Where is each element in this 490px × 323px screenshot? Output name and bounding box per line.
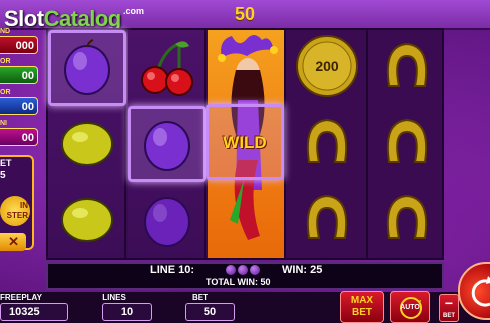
symbol-plum (128, 182, 206, 258)
symbol-horseshoe (368, 28, 446, 104)
symbol-horseshoe (368, 104, 446, 180)
reel-5 (366, 28, 444, 260)
symbol-lemon (48, 106, 126, 182)
symbol-plum (128, 106, 206, 182)
plum-mini-icon (238, 265, 248, 275)
symbol-horseshoe (288, 104, 366, 180)
freeplay-label: FREEPLAY (0, 293, 42, 302)
lines-value[interactable]: 10 (102, 303, 152, 321)
jackpot-major-tab: OR (0, 58, 11, 65)
jackpot-minor: 00 (0, 97, 38, 115)
lemon-icon (61, 198, 113, 242)
side-bet-label: ET (0, 158, 12, 168)
close-button[interactable]: ✕ (0, 233, 26, 251)
bet-label: BET (192, 293, 208, 302)
plum-mini-icon (250, 265, 260, 275)
symbol-plum (48, 30, 126, 106)
reel-2 (128, 30, 206, 258)
jackpot-major: 00 (0, 66, 38, 84)
plum-mini-icon (226, 265, 236, 275)
plum-icon (144, 121, 190, 171)
symbol-horseshoe (288, 180, 366, 256)
horseshoe-icon (386, 194, 428, 239)
spin-master-button[interactable]: IN STER (0, 196, 30, 226)
lemon-icon (61, 122, 113, 166)
horseshoe-icon (386, 42, 428, 87)
horseshoe-icon (306, 118, 348, 163)
symbol-horseshoe (368, 180, 446, 256)
logo-com: .com (123, 6, 145, 16)
coin-value: 200 (315, 58, 339, 74)
plum-icon (64, 39, 110, 95)
spin-icon (471, 276, 490, 307)
line-win-label: LINE 10: (150, 264, 195, 276)
spin-button[interactable] (458, 262, 490, 320)
jackpot-grand: 000 (0, 36, 38, 54)
plum-icon (144, 197, 190, 247)
jackpot-mini: 00 (0, 128, 38, 146)
jackpot-grand-tab: ND (0, 28, 11, 35)
bet-minus-label: BET (443, 313, 455, 319)
top-bet-display: 50 (234, 4, 256, 24)
lines-label: LINES (102, 293, 126, 302)
win-amount: WIN: 25 (282, 264, 323, 276)
max-bet-button[interactable]: MAX BET (340, 291, 384, 323)
reel-1 (48, 30, 126, 258)
wild-label: WILD (223, 133, 267, 152)
freeplay-balance: 10325 (0, 303, 68, 321)
reel-4: 200 (288, 28, 366, 260)
autoplay-label: AUTO (400, 304, 420, 311)
jackpot-mini-tab: NI (0, 120, 7, 127)
jackpot-minor-tab: OR (0, 89, 11, 96)
cherry-icon (141, 41, 193, 96)
total-win: TOTAL WIN: 50 (206, 277, 271, 287)
side-bet-value: 5 (0, 170, 6, 181)
bet-value[interactable]: 50 (185, 303, 235, 321)
horseshoe-icon (306, 194, 348, 239)
symbol-lemon (48, 182, 126, 258)
symbol-cherry (128, 30, 206, 106)
horseshoe-icon (386, 118, 428, 163)
